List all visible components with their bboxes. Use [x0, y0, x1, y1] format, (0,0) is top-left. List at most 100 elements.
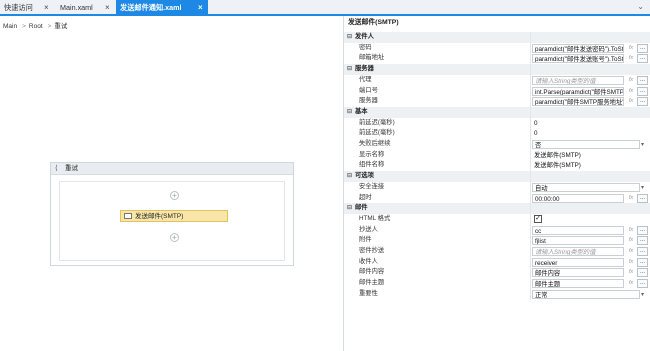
activity-send-email-smtp[interactable]: 发送邮件(SMTP)	[120, 210, 228, 222]
property-row[interactable]: 超时 00:00:00 fx...	[344, 193, 650, 204]
property-row[interactable]: 服务器 paramdict("邮件SMTP服务地址") fx...	[344, 96, 650, 107]
property-row[interactable]: 组件名称 发送邮件(SMTP)	[344, 160, 650, 171]
chevron-down-icon[interactable]: ⌄	[637, 2, 644, 11]
expression-icon[interactable]: fx	[626, 279, 636, 288]
expression-icon[interactable]: fx	[626, 226, 636, 235]
property-row[interactable]: 密码 paramdict("邮件发送密码").ToSt fx...	[344, 43, 650, 54]
property-row[interactable]: 安全连接 自动 ▾	[344, 182, 650, 193]
tab-send-email-notice[interactable]: 发送邮件通知.xaml ×	[116, 0, 208, 16]
collapse-minus-icon[interactable]: ⊟	[347, 171, 352, 182]
property-name: 端口号	[359, 86, 378, 94]
add-activity-icon[interactable]: +	[170, 233, 179, 242]
more-options-button[interactable]: ...	[637, 54, 648, 64]
property-value[interactable]: 正常	[532, 289, 640, 299]
more-options-button[interactable]: ...	[637, 86, 648, 96]
property-value[interactable]: 自动	[532, 182, 640, 192]
property-name: 服务器	[359, 97, 378, 105]
property-category[interactable]: ⊟ 发件人	[344, 32, 650, 43]
property-placeholder[interactable]: 请输入String类型的值	[532, 75, 624, 85]
property-category[interactable]: ⊟ 可选项	[344, 171, 650, 182]
property-row[interactable]: HTML 格式 ✓	[344, 214, 650, 225]
property-value[interactable]: 邮件主题	[532, 279, 624, 289]
tab-main-xaml[interactable]: Main.xaml ×	[56, 1, 114, 14]
property-row[interactable]: 邮件主题 邮件主题 fx...	[344, 278, 650, 289]
close-icon[interactable]: ×	[44, 1, 49, 14]
property-category[interactable]: ⊟ 服务器	[344, 64, 650, 75]
property-placeholder[interactable]: 请输入String类型的值	[532, 247, 624, 256]
collapse-minus-icon[interactable]: ⊟	[347, 64, 352, 75]
property-row[interactable]: 邮箱地址 paramdict("邮件发送账号").ToSt fx...	[344, 53, 650, 64]
property-category[interactable]: ⊟ 邮件	[344, 203, 650, 214]
property-value[interactable]: fjlist	[532, 236, 624, 246]
property-row[interactable]: 显示名称 发送邮件(SMTP)	[344, 150, 650, 161]
property-value[interactable]: paramdict("邮件发送密码").ToSt	[532, 43, 624, 53]
more-options-button[interactable]: ...	[637, 225, 648, 235]
checkbox[interactable]: ✓	[534, 214, 542, 223]
property-row[interactable]: 附件 fjlist fx...	[344, 235, 650, 246]
property-name: 超时	[359, 193, 372, 201]
expression-icon[interactable]: fx	[626, 194, 636, 203]
document-tab-bar: 快速访问 × Main.xaml × 发送邮件通知.xaml × ⌄	[0, 0, 650, 16]
property-row[interactable]: 失败后继续否 ▾	[344, 139, 650, 150]
expression-icon[interactable]: fx	[626, 236, 636, 245]
expression-icon[interactable]: fx	[626, 258, 636, 267]
property-value[interactable]: 00:00:00	[532, 193, 624, 203]
more-options-button[interactable]: ...	[637, 236, 648, 246]
expression-icon[interactable]: fx	[626, 268, 636, 277]
collapse-minus-icon[interactable]: ⊟	[347, 107, 352, 118]
tab-quick-access[interactable]: 快速访问 ×	[0, 1, 52, 14]
property-name: 组件名称	[359, 161, 385, 169]
property-name: 抄送人	[359, 225, 378, 233]
property-row[interactable]: 重要性 正常 ▾	[344, 289, 650, 300]
close-icon[interactable]: ×	[105, 1, 110, 14]
property-row[interactable]: 代理 请输入String类型的值 fx...	[344, 75, 650, 86]
collapse-icon[interactable]: ⟨	[55, 163, 58, 175]
property-value[interactable]: 否	[532, 140, 640, 149]
property-value[interactable]: cc	[532, 225, 624, 235]
property-row[interactable]: 收件人 receiver fx...	[344, 257, 650, 268]
property-name: 邮箱地址	[359, 54, 385, 62]
expression-icon[interactable]: fx	[626, 54, 636, 63]
expression-icon[interactable]: fx	[626, 97, 636, 106]
property-row[interactable]: 前延迟(毫秒) 0	[344, 118, 650, 129]
property-row[interactable]: 抄送人 cc fx...	[344, 225, 650, 236]
property-value[interactable]: paramdict("邮件SMTP服务地址")	[532, 97, 624, 107]
more-options-button[interactable]: ...	[637, 257, 648, 267]
expression-icon[interactable]: fx	[626, 76, 636, 85]
expression-icon[interactable]: fx	[626, 44, 636, 53]
property-row[interactable]: 端口号 int.Parse(paramdict("邮件SMTP fx...	[344, 86, 650, 97]
dropdown-arrow-icon[interactable]: ▾	[641, 290, 644, 301]
breadcrumb-main[interactable]: Main	[3, 23, 17, 30]
breadcrumb-root[interactable]: Root	[29, 23, 43, 30]
more-options-button[interactable]: ...	[637, 75, 648, 85]
property-value[interactable]: int.Parse(paramdict("邮件SMTP	[532, 86, 624, 96]
property-row[interactable]: 前延迟(毫秒) 0	[344, 128, 650, 139]
property-row[interactable]: 密件抄送 请输入String类型的值 fx...	[344, 246, 650, 257]
property-name: 前延迟(毫秒)	[359, 129, 395, 137]
more-options-button[interactable]: ...	[637, 247, 648, 256]
property-category[interactable]: ⊟ 基本	[344, 106, 650, 118]
sequence-header[interactable]: ⟨ 重试	[51, 163, 293, 175]
collapse-minus-icon[interactable]: ⊟	[347, 203, 352, 214]
category-label: 可选项	[355, 172, 374, 180]
property-row[interactable]: 邮件内容 邮件内容 fx...	[344, 267, 650, 278]
more-options-button[interactable]: ...	[637, 279, 648, 289]
more-options-button[interactable]: ...	[637, 97, 648, 107]
expression-icon[interactable]: fx	[626, 87, 636, 96]
sequence-title: 重试	[65, 165, 78, 172]
breadcrumb-retry[interactable]: 重试	[54, 23, 67, 30]
property-name: 密件抄送	[359, 247, 385, 254]
close-icon[interactable]: ×	[198, 0, 203, 16]
collapse-minus-icon[interactable]: ⊟	[347, 32, 352, 43]
more-options-button[interactable]: ...	[637, 268, 648, 278]
property-value[interactable]: paramdict("邮件发送账号").ToSt	[532, 54, 624, 64]
activity-label: 发送邮件(SMTP)	[135, 213, 184, 220]
property-value[interactable]: receiver	[532, 257, 624, 267]
expression-icon[interactable]: fx	[626, 247, 636, 256]
property-value: 0	[534, 119, 538, 127]
more-options-button[interactable]: ...	[637, 193, 648, 203]
property-name: 重要性	[359, 289, 378, 297]
property-value[interactable]: 邮件内容	[532, 268, 624, 278]
add-activity-icon[interactable]: +	[170, 191, 179, 200]
more-options-button[interactable]: ...	[637, 43, 648, 53]
